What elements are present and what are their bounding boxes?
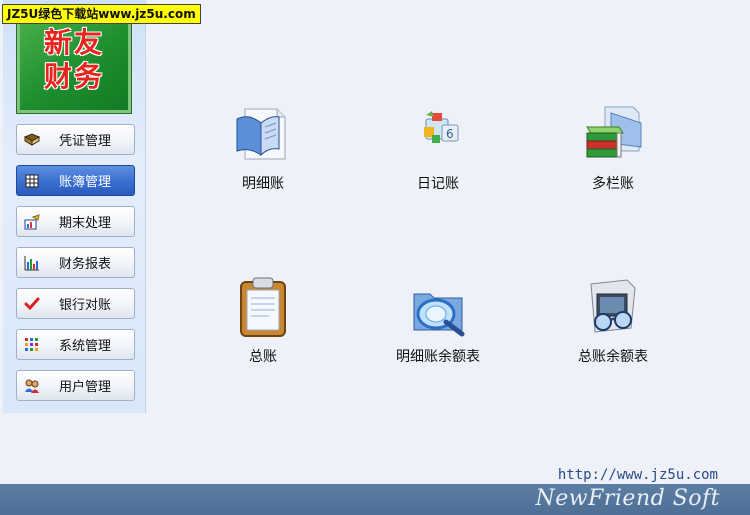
bar-chart-icon — [24, 255, 40, 271]
sidebar-item-label: 账簿管理 — [59, 175, 112, 190]
photo-glasses-icon — [581, 276, 645, 340]
website-link[interactable]: http://www.jz5u.com — [558, 467, 718, 483]
feature-label: 总账余额表 — [578, 349, 648, 365]
stacked-books-icon — [581, 103, 645, 167]
magnifier-folder-icon — [406, 276, 470, 340]
ledger-icon — [24, 173, 40, 189]
svg-text:6: 6 — [446, 127, 454, 141]
feature-detail-balance-sheet[interactable]: 明细账余额表 — [368, 276, 508, 366]
feature-label: 明细账余额表 — [396, 349, 480, 365]
sidebar-item-reports[interactable]: 财务报表 — [16, 247, 135, 278]
feature-label: 总账 — [249, 349, 277, 365]
sidebar-item-system[interactable]: 系统管理 — [16, 329, 135, 360]
journal-blocks-icon: 6 — [406, 103, 470, 167]
open-book-icon — [231, 103, 295, 167]
grid-dots-icon — [24, 337, 40, 353]
users-icon — [24, 378, 40, 394]
feature-detail-ledger[interactable]: 明细账 — [193, 103, 333, 193]
sidebar-item-label: 凭证管理 — [59, 134, 112, 149]
feature-label: 多栏账 — [592, 176, 634, 192]
book-icon — [24, 132, 40, 148]
watermark-banner: JZ5U绿色下载站www.jz5u.com — [2, 4, 201, 24]
feature-label: 日记账 — [417, 176, 459, 192]
logo-text: 新友 财务 — [43, 25, 104, 93]
sidebar-item-label: 财务报表 — [59, 257, 112, 272]
feature-multi-column-ledger[interactable]: 多栏账 — [543, 103, 683, 193]
feature-journal[interactable]: 6 日记账 — [368, 103, 508, 193]
sidebar-item-label: 银行对账 — [59, 298, 112, 313]
footer-bar: NewFriend Soft — [0, 484, 750, 515]
sidebar-item-users[interactable]: 用户管理 — [16, 370, 135, 401]
clipboard-icon — [231, 276, 295, 340]
sidebar-item-bank-reconciliation[interactable]: 银行对账 — [16, 288, 135, 319]
checkmark-icon — [24, 296, 40, 312]
feature-general-ledger[interactable]: 总账 — [193, 276, 333, 366]
feature-label: 明细账 — [242, 176, 284, 192]
sidebar-item-ledger[interactable]: 账簿管理 — [16, 165, 135, 196]
sidebar-item-label: 系统管理 — [59, 339, 112, 354]
sidebar-item-period-end[interactable]: 期末处理 — [16, 206, 135, 237]
feature-general-balance-sheet[interactable]: 总账余额表 — [543, 276, 683, 366]
brand-text: NewFriend Soft — [535, 486, 720, 511]
period-chart-icon — [24, 213, 40, 230]
sidebar-item-label: 期末处理 — [59, 216, 112, 231]
sidebar-item-voucher[interactable]: 凭证管理 — [16, 124, 135, 155]
sidebar-item-label: 用户管理 — [59, 380, 112, 395]
